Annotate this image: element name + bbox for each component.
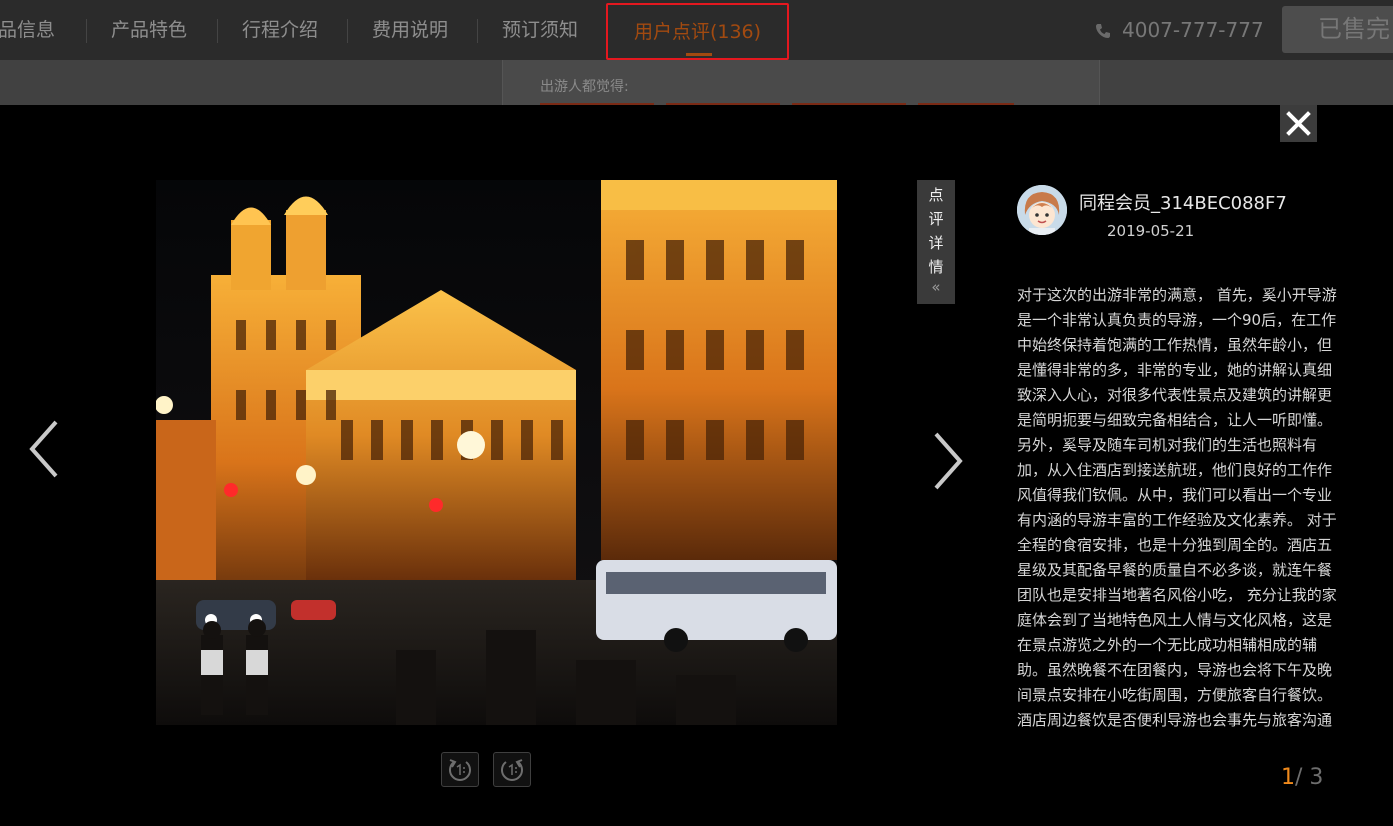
review-line: 庭体会到了当地特色风土人情与文化风格，这是 <box>1017 611 1333 629</box>
photo-counter: 1/ 3 <box>1281 765 1323 790</box>
rotate-right-button[interactable] <box>493 752 531 787</box>
tab-fees[interactable]: 费用说明 <box>372 0 448 60</box>
photo-counter-current: 1 <box>1281 765 1295 790</box>
tab-divider <box>347 19 348 43</box>
tab-divider <box>477 19 478 43</box>
detail-tab-char: 点 <box>928 186 944 204</box>
review-date: 2019-05-21 <box>1107 222 1195 240</box>
review-line: 中始终保持着饱满的工作热情，虽然年龄小，但 <box>1017 336 1333 354</box>
impressions-label: 出游人都觉得: <box>540 79 629 95</box>
photo-counter-total: / 3 <box>1295 765 1324 790</box>
review-line: 全程的食宿安排，也是十分独到周全的。酒店五 <box>1017 536 1333 554</box>
review-line: 间景点安排在小吃街周围，方便旅客自行餐饮。 <box>1017 686 1333 704</box>
rotate-right-icon <box>501 759 523 781</box>
tab-divider <box>86 19 87 43</box>
tab-product-features[interactable]: 产品特色 <box>111 0 187 60</box>
tab-user-reviews-label: 用户点评(136) <box>633 21 762 43</box>
photo-viewer-overlay: 点 评 详 情 « 同程会员_314BEC088F7 2019-05-21 对于… <box>0 105 1393 826</box>
review-line: 助。虽然晚餐不在团餐内，导游也会将下午及晚 <box>1017 661 1333 679</box>
review-line: 团队也是安排当地著名风俗小吃， 充分让我的家 <box>1017 586 1337 604</box>
tab-user-reviews[interactable]: 用户点评(136) <box>606 3 789 60</box>
collapse-chevron-icon: « <box>931 278 941 296</box>
tab-itinerary[interactable]: 行程介绍 <box>242 0 318 60</box>
tab-booking-notes[interactable]: 预订须知 <box>502 0 578 60</box>
active-tab-underline <box>686 53 712 56</box>
reviewer-name: 同程会员_314BEC088F7 <box>1079 193 1287 214</box>
review-line: 星级及其配备早餐的质量自不必多谈，就连午餐 <box>1017 561 1333 579</box>
review-photo <box>156 180 837 725</box>
rotate-left-icon <box>449 759 471 781</box>
detail-tab-char: 情 <box>928 258 944 276</box>
tab-product-info[interactable]: 品信息 <box>0 0 55 60</box>
review-line: 在景点游览之外的一个无比成功相辅相成的辅 <box>1017 636 1318 654</box>
review-line: 酒店周边餐饮是否便利导游也会事先与旅客沟通 <box>1017 711 1333 729</box>
review-line: 另外，奚导及随车司机对我们的生活也照料有 <box>1017 436 1318 454</box>
top-nav: 品信息 产品特色 行程介绍 费用说明 预订须知 用户点评(136) 4007-7… <box>0 0 1393 60</box>
review-detail-toggle[interactable]: 点 评 详 情 « <box>917 180 955 304</box>
review-line: 致深入人心，对很多代表性景点及建筑的讲解更 <box>1017 386 1333 404</box>
detail-tab-char: 详 <box>928 234 944 252</box>
review-line: 加，从入住酒店到接送航班，他们良好的工作作 <box>1017 461 1333 479</box>
page-behind-overlay: 出游人都觉得: <box>0 60 1393 105</box>
close-viewer-button[interactable] <box>1280 105 1317 142</box>
review-line: 是简明扼要与细致完备相结合，让人一听即懂。 <box>1017 411 1333 429</box>
sold-out-button[interactable]: 已售完 <box>1282 6 1393 53</box>
phone-icon <box>1096 24 1110 38</box>
close-icon <box>1286 111 1311 136</box>
hotline-number: 4007-777-777 <box>1122 18 1264 42</box>
review-line: 对于这次的出游非常的满意， 首先，奚小开导游 <box>1017 286 1337 304</box>
review-line: 是懂得非常的多，非常的专业，她的讲解认真细 <box>1017 361 1333 379</box>
review-line: 有内涵的导游丰富的工作经验及文化素养。 对于 <box>1017 511 1337 529</box>
review-text: 对于这次的出游非常的满意， 首先，奚小开导游 是一个非常认真负责的导游，一个90… <box>1017 283 1339 733</box>
review-line: 风值得我们钦佩。从中，我们可以看出一个专业 <box>1017 486 1333 504</box>
tab-divider <box>217 19 218 43</box>
avatar <box>1017 185 1067 235</box>
next-photo-icon[interactable] <box>930 430 966 492</box>
review-line: 是一个非常认真负责的导游，一个90后，在工作 <box>1017 311 1337 329</box>
detail-tab-char: 评 <box>928 210 944 228</box>
rotate-left-button[interactable] <box>441 752 479 787</box>
previous-photo-icon[interactable] <box>26 418 62 480</box>
